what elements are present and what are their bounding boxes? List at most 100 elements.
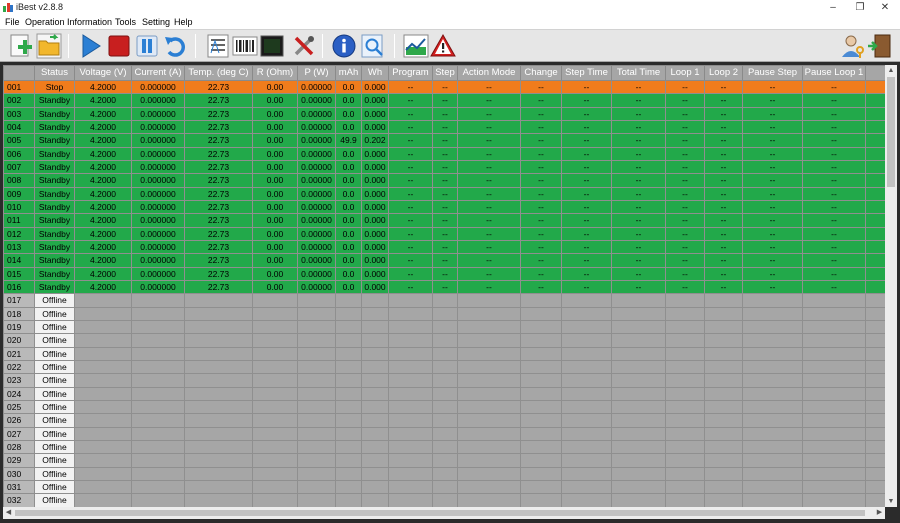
channel-row[interactable]: 001 Stop 4.2000 0.000000 22.73 0.00 0.00000 0.0… — [3, 79, 885, 95]
column-header[interactable]: Change — [520, 65, 562, 81]
channel-row[interactable]: 007 Standby 4.2000 0.000000 22.73 0.00 0.00000… — [3, 159, 885, 175]
tools-icon[interactable] — [291, 33, 317, 59]
column-header[interactable]: Step Time — [561, 65, 612, 81]
channel-row[interactable]: 002 Standby 4.2000 0.000000 22.73 0.00 0.00000… — [3, 93, 885, 108]
table-cell: -- — [388, 173, 433, 188]
table-cell: -- — [802, 199, 866, 215]
menu-information[interactable]: Information — [67, 17, 112, 27]
scroll-right-arrow-icon[interactable]: ▶ — [874, 507, 885, 519]
search-doc-icon[interactable] — [360, 33, 386, 59]
table-cell — [865, 119, 885, 135]
channel-number: 013 — [3, 239, 35, 255]
user-key-icon[interactable] — [840, 33, 866, 59]
menu-help[interactable]: Help — [174, 17, 193, 27]
channel-status: Standby — [34, 106, 75, 121]
menu-setting[interactable]: Setting — [142, 17, 170, 27]
channel-row[interactable]: 016 Standby 4.2000 0.000000 22.73 0.00 0.00000… — [3, 279, 885, 295]
channel-row[interactable]: 019 Offline — [3, 319, 885, 335]
scroll-up-arrow-icon[interactable]: ▲ — [885, 65, 897, 76]
channel-row[interactable]: 008 Standby 4.2000 0.000000 22.73 0.00 0.00000… — [3, 173, 885, 188]
new-plus-icon[interactable] — [8, 33, 34, 59]
stop-icon[interactable] — [106, 33, 132, 59]
column-header[interactable]: Program — [388, 65, 433, 81]
table-cell — [865, 293, 885, 308]
barcode-icon[interactable] — [232, 33, 258, 59]
channel-row[interactable]: 025 Offline — [3, 399, 885, 415]
minimize-button[interactable]: – — [818, 0, 848, 15]
channel-row[interactable]: 024 Offline — [3, 386, 885, 401]
channel-row[interactable]: 026 Offline — [3, 413, 885, 428]
vertical-scroll-thumb[interactable] — [887, 77, 895, 187]
channel-row[interactable]: 032 Offline — [3, 493, 885, 507]
table-cell: 0.00000 — [297, 239, 336, 255]
table-cell — [432, 386, 458, 401]
channel-row[interactable]: 012 Standby 4.2000 0.000000 22.73 0.00 0.00000… — [3, 226, 885, 241]
menu-file[interactable]: File — [5, 17, 20, 27]
channel-row[interactable]: 009 Standby 4.2000 0.000000 22.73 0.00 0.00000… — [3, 186, 885, 201]
terminal-icon[interactable] — [259, 33, 285, 59]
channel-row[interactable]: 020 Offline — [3, 333, 885, 348]
channel-row[interactable]: 003 Standby 4.2000 0.000000 22.73 0.00 0.00000… — [3, 106, 885, 121]
close-button[interactable]: ✕ — [870, 0, 900, 15]
horizontal-scrollbar[interactable]: ◀ ▶ — [3, 507, 885, 519]
scroll-left-arrow-icon[interactable]: ◀ — [3, 507, 14, 519]
warning-icon[interactable] — [430, 33, 456, 59]
table-cell — [131, 439, 185, 455]
table-cell — [742, 453, 803, 468]
table-cell: -- — [457, 213, 521, 228]
chart-icon[interactable] — [403, 33, 429, 59]
channel-row[interactable]: 031 Offline — [3, 479, 885, 495]
channel-row[interactable]: 029 Offline — [3, 453, 885, 468]
open-folder-icon[interactable] — [36, 33, 62, 59]
channel-row[interactable]: 017 Offline — [3, 293, 885, 308]
menu-operation[interactable]: Operation — [25, 17, 65, 27]
column-header[interactable]: Loop 2 — [704, 65, 743, 81]
channel-status: Offline — [34, 346, 75, 361]
channel-row[interactable]: 011 Standby 4.2000 0.000000 22.73 0.00 0.00000… — [3, 213, 885, 228]
list-icon[interactable] — [205, 33, 231, 59]
channel-row[interactable]: 022 Offline — [3, 359, 885, 375]
channel-row[interactable]: 028 Offline — [3, 439, 885, 455]
column-header[interactable]: Wh — [361, 65, 389, 81]
info-icon[interactable] — [331, 33, 357, 59]
column-header[interactable]: Total Time — [611, 65, 666, 81]
channel-row[interactable]: 013 Standby 4.2000 0.000000 22.73 0.00 0.00000… — [3, 239, 885, 255]
channel-row[interactable]: 027 Offline — [3, 426, 885, 441]
column-header[interactable]: Current (A) — [131, 65, 185, 81]
exit-door-icon[interactable] — [867, 33, 893, 59]
table-cell — [457, 466, 521, 481]
scroll-down-arrow-icon[interactable]: ▼ — [885, 496, 897, 507]
column-header[interactable]: Status — [34, 65, 75, 81]
channel-row[interactable]: 010 Standby 4.2000 0.000000 22.73 0.00 0.00000… — [3, 199, 885, 215]
column-header[interactable]: mAh — [335, 65, 362, 81]
column-header[interactable]: Step — [432, 65, 458, 81]
channel-row[interactable]: 004 Standby 4.2000 0.000000 22.73 0.00 0.00000… — [3, 119, 885, 135]
horizontal-scroll-thumb[interactable] — [15, 510, 865, 516]
channel-row[interactable]: 005 Standby 4.2000 0.000000 22.73 0.00 0.00000… — [3, 133, 885, 148]
table-cell: 0.000000 — [131, 266, 185, 281]
column-header[interactable]: Temp. (deg C) — [184, 65, 253, 81]
channel-row[interactable]: 023 Offline — [3, 373, 885, 388]
channel-row[interactable]: 014 Standby 4.2000 0.000000 22.73 0.00 0.00000… — [3, 253, 885, 268]
menu-tools[interactable]: Tools — [115, 17, 136, 27]
undo-icon[interactable] — [162, 33, 188, 59]
column-header[interactable]: Pause Loop 1 — [802, 65, 866, 81]
column-header[interactable]: Voltage (V) — [74, 65, 132, 81]
pause-icon[interactable] — [134, 33, 160, 59]
table-cell: 0.00000 — [297, 186, 336, 201]
channel-row[interactable]: 006 Standby 4.2000 0.000000 22.73 0.00 0.00000… — [3, 146, 885, 161]
column-header[interactable]: P (W) — [297, 65, 336, 81]
play-icon[interactable] — [78, 33, 104, 59]
column-header[interactable]: R (Ohm) — [252, 65, 298, 81]
channel-status: Offline — [34, 493, 75, 507]
column-header[interactable]: Pause Step — [742, 65, 803, 81]
channel-row[interactable]: 030 Offline — [3, 466, 885, 481]
column-header[interactable]: Action Mode — [457, 65, 521, 81]
column-header[interactable] — [3, 65, 35, 81]
channel-row[interactable]: 021 Offline — [3, 346, 885, 361]
column-header[interactable]: Loop 1 — [665, 65, 705, 81]
vertical-scrollbar[interactable]: ▲ ▼ — [885, 65, 897, 507]
channel-row[interactable]: 015 Standby 4.2000 0.000000 22.73 0.00 0.00000… — [3, 266, 885, 281]
column-header[interactable]: Pau — [865, 65, 885, 81]
channel-row[interactable]: 018 Offline — [3, 306, 885, 321]
